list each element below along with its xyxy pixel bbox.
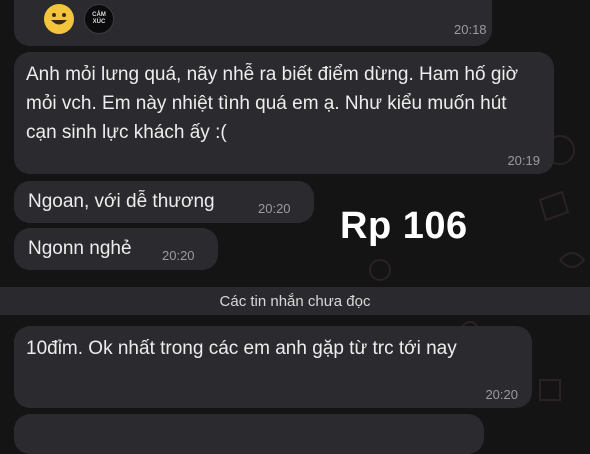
message-time: 20:20 (162, 248, 195, 263)
message-text: 10đỉm. Ok nhất trong các em anh gặp từ t… (26, 338, 457, 359)
cam-xuc-sticker-icon[interactable]: CẢM XÚC (84, 4, 114, 34)
message-time: 20:19 (507, 153, 540, 168)
message-text: Ngoan, với dễ thương (28, 191, 215, 212)
overlay-label: Rp 106 (340, 205, 468, 247)
grinning-face-icon[interactable] (44, 4, 74, 34)
unread-messages-divider: Các tin nhắn chưa đọc (0, 287, 590, 315)
reaction-message-bubble: CẢM XÚC 20:18 (14, 0, 492, 46)
message-time: 20:20 (485, 387, 518, 402)
message-time: 20:20 (258, 201, 291, 216)
message-bubble-partial[interactable] (14, 414, 484, 454)
cam-xuc-label-2: XÚC (92, 19, 106, 25)
cam-xuc-label-1: CẢM (92, 12, 106, 18)
message-time: 20:18 (454, 22, 487, 37)
message-text: Anh mỏi lưng quá, nãy nhễ ra biết điểm d… (26, 64, 519, 143)
message-bubble[interactable]: Ngonn nghẻ 20:20 (14, 228, 218, 270)
message-text: Ngonn nghẻ (28, 238, 132, 259)
message-bubble[interactable]: Ngoan, với dễ thương 20:20 (14, 181, 314, 223)
message-bubble[interactable]: Anh mỏi lưng quá, nãy nhễ ra biết điểm d… (14, 52, 554, 174)
message-bubble[interactable]: 10đỉm. Ok nhất trong các em anh gặp từ t… (14, 326, 532, 408)
